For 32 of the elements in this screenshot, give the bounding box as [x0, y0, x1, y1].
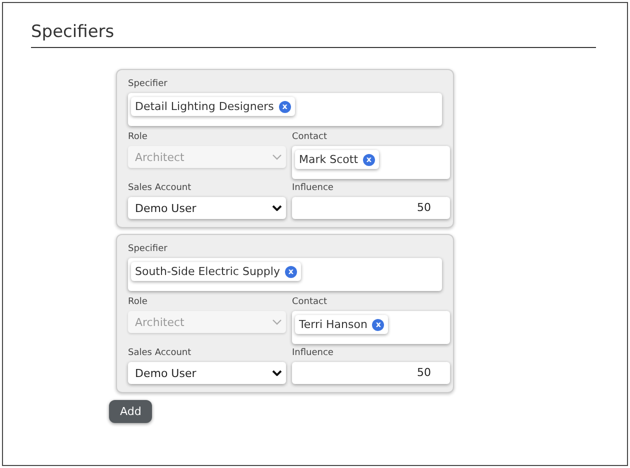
chip-text: Detail Lighting Designers: [135, 100, 274, 113]
field-label: Sales Account: [128, 183, 192, 194]
contact-field[interactable]: Mark Scott x: [292, 146, 450, 179]
influence-field[interactable]: 50: [292, 362, 450, 384]
chip-text: Mark Scott: [299, 153, 358, 166]
add-button[interactable]: Add: [109, 400, 152, 423]
chip-text: South-Side Electric Supply: [135, 265, 280, 278]
field-label: Sales Account: [128, 348, 192, 359]
specifier-field[interactable]: Detail Lighting Designers x: [128, 93, 442, 126]
sales-account-select[interactable]: Demo User: [128, 362, 286, 384]
field-label: Contact: [292, 132, 328, 143]
field-label: Influence: [292, 183, 334, 194]
contact-field[interactable]: Terri Hanson x: [292, 311, 450, 344]
field-label: Specifier: [128, 79, 168, 90]
chevron-icon: [272, 154, 282, 160]
chip-text: Terri Hanson: [299, 318, 368, 331]
specifier-field[interactable]: South-Side Electric Supply x: [128, 258, 442, 291]
field-label: Influence: [292, 348, 334, 359]
chevron-icon: [272, 205, 282, 211]
remove-button[interactable]: x: [278, 100, 291, 112]
remove-button[interactable]: x: [284, 266, 297, 278]
field-label: Role: [128, 297, 148, 308]
field-label: Role: [128, 132, 148, 143]
field-label: Contact: [292, 297, 328, 308]
remove-button[interactable]: x: [372, 318, 384, 330]
field-label: Specifier: [128, 244, 168, 255]
sales-account-select[interactable]: Demo User: [128, 197, 286, 219]
chevron-icon: [272, 370, 282, 376]
remove-button[interactable]: x: [363, 154, 376, 166]
influence-field[interactable]: 50: [292, 197, 450, 219]
section-title: Specifiers: [31, 22, 596, 48]
chevron-icon: [272, 319, 282, 325]
